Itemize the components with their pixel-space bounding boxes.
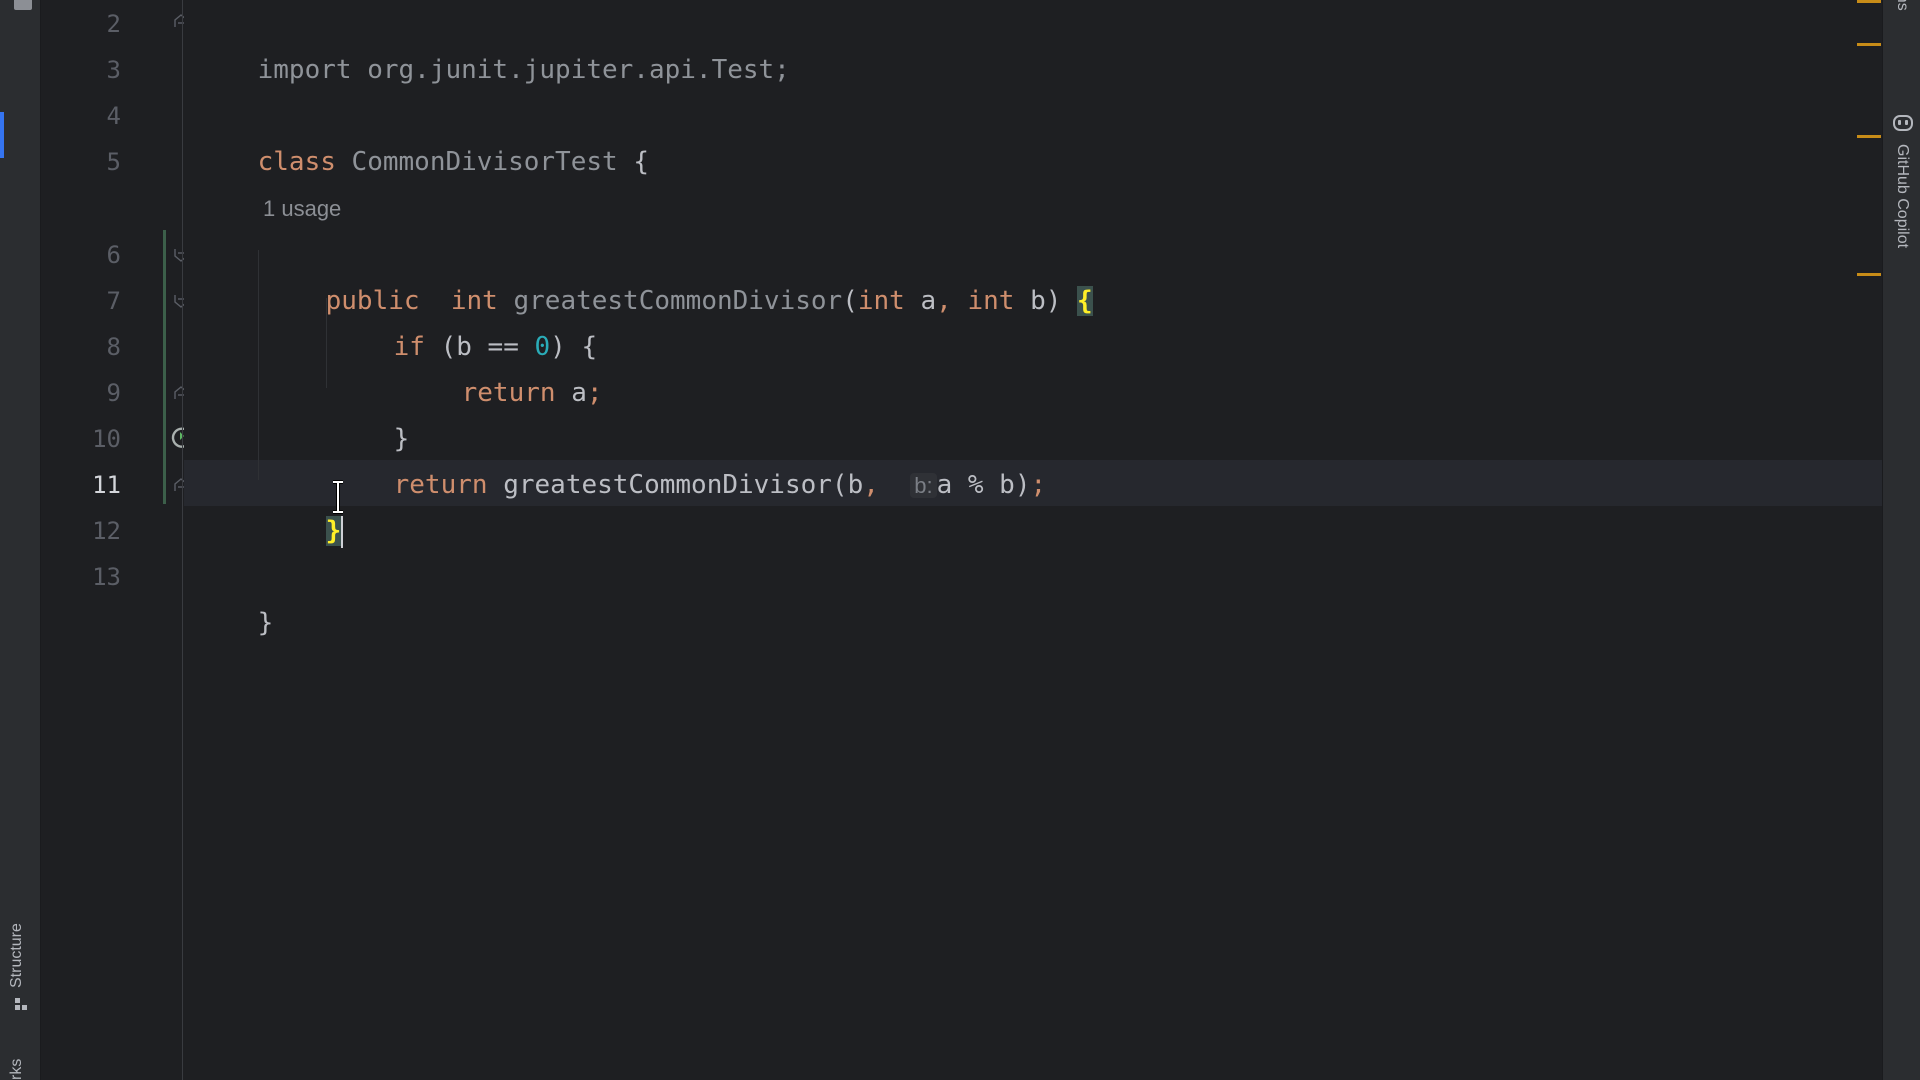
notifications-tool-tab[interactable]: cations [1893, 0, 1911, 11]
code-line-8[interactable]: return a; [399, 324, 603, 408]
close-brace: } [257, 608, 274, 638]
line-number: 2 [106, 10, 121, 38]
line-number: 5 [106, 148, 121, 176]
line-number: 9 [106, 379, 121, 407]
line-number: 7 [106, 287, 121, 315]
active-tool-indicator [0, 112, 4, 158]
line-number: 13 [92, 563, 121, 591]
line-number-current: 11 [92, 471, 121, 499]
warning-marker[interactable] [1857, 43, 1881, 46]
line-number: 6 [106, 241, 121, 269]
warning-marker[interactable] [1857, 0, 1881, 3]
param-a: a [904, 286, 937, 316]
param-b: b) [1014, 286, 1062, 316]
import-path: org.junit.jupiter.api.Test; [351, 55, 790, 85]
comma: , [863, 470, 879, 500]
project-tool-icon[interactable] [14, 0, 32, 10]
return-keyword: return [393, 470, 488, 500]
vcs-change-marker[interactable] [163, 230, 166, 504]
matched-close-brace: } [325, 516, 342, 546]
indent-guide [258, 250, 259, 480]
return-keyword: return [461, 378, 556, 408]
comma: , [936, 286, 952, 316]
structure-icon [15, 998, 27, 1010]
line-number: 3 [106, 56, 121, 84]
mouse-ibeam-cursor [333, 480, 343, 514]
line-number: 8 [106, 333, 121, 361]
code-line-6[interactable]: public int greatestCommonDivisor(int a, … [263, 232, 1093, 316]
class-name: CommonDivisorTest [335, 147, 618, 177]
warning-marker[interactable] [1857, 135, 1881, 138]
editor-gutter: 2 3 4 5 6 7 8 9 10 11 12 13 [41, 0, 193, 1080]
usage-hint[interactable]: 1 usage [263, 186, 341, 232]
code-line-9[interactable]: } [331, 370, 410, 454]
text-caret [341, 515, 344, 548]
matched-open-brace: { [1077, 286, 1093, 316]
right-tool-window-strip: cations GitHub Copilot [1882, 0, 1920, 1080]
code-line-13[interactable]: } [195, 554, 274, 638]
line-number: 4 [106, 102, 121, 130]
parameter-name-hint: b: [910, 473, 937, 498]
recursive-call: greatestCommonDivisor(b [487, 470, 864, 500]
code-line-10[interactable]: return greatestCommonDivisor(b, b: a % b)… [331, 416, 1047, 500]
structure-tool-tab[interactable]: Structure [8, 923, 26, 988]
line-number: 10 [92, 425, 121, 453]
warning-marker[interactable] [1857, 273, 1881, 276]
copilot-icon[interactable] [1892, 112, 1914, 134]
return-value: a [555, 378, 587, 408]
class-keyword: class [257, 147, 336, 177]
modulo-expression: a % b) [936, 470, 1031, 500]
code-line-2[interactable]: import org.junit.jupiter.api.Test; [195, 1, 790, 85]
line-number: 12 [92, 517, 121, 545]
semicolon: ; [586, 378, 603, 408]
copilot-tool-tab[interactable]: GitHub Copilot [1893, 144, 1911, 248]
int-keyword: int [951, 286, 1015, 316]
left-tool-window-strip: Structure rks [0, 0, 41, 1080]
semicolon: ; [1030, 470, 1047, 500]
gutter-divider [182, 0, 183, 1080]
open-brace: { [617, 147, 649, 177]
int-keyword: int [857, 286, 905, 316]
bookmarks-tool-tab[interactable]: rks [8, 1059, 26, 1080]
code-line-7[interactable]: if (b == 0) { [331, 278, 598, 362]
code-line-4[interactable]: class CommonDivisorTest { [195, 93, 649, 177]
code-editor[interactable]: import org.junit.jupiter.api.Test; class… [184, 0, 1882, 1080]
open-paren: ( [842, 286, 858, 316]
import-keyword: import [257, 55, 352, 85]
